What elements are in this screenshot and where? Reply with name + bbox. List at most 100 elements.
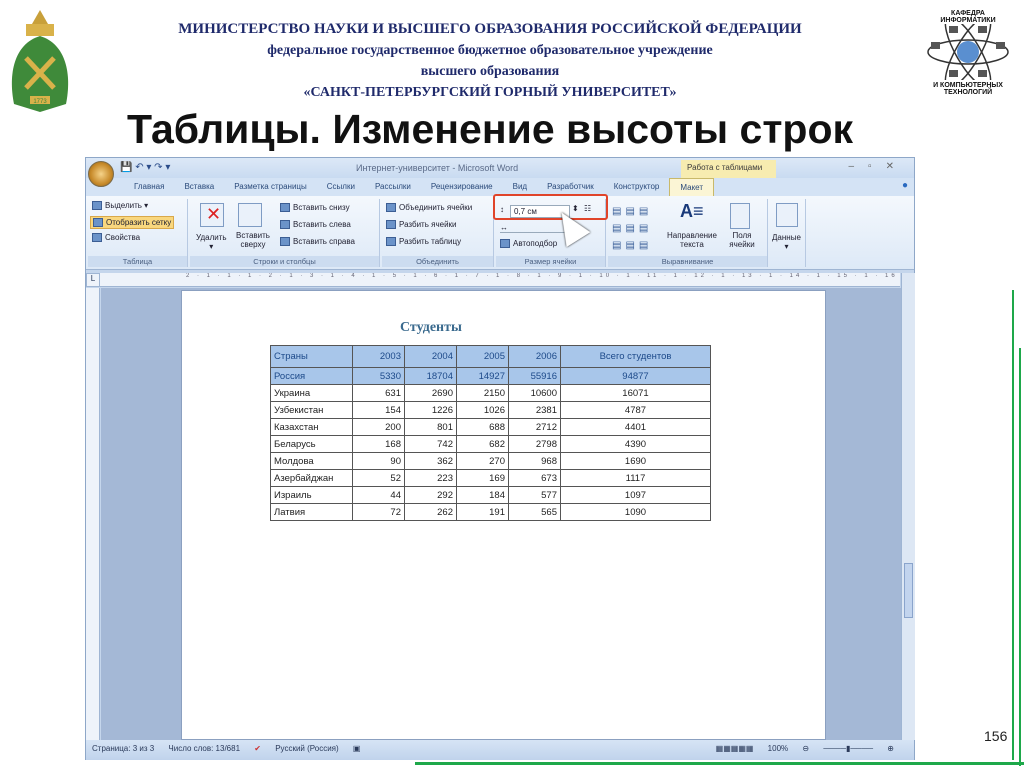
country-cell[interactable]: Израиль bbox=[270, 486, 353, 504]
table-row[interactable]: Россия 5330 18704 14927 55916 94877 bbox=[270, 367, 711, 385]
zoom-out-button[interactable]: ⊖ bbox=[802, 744, 809, 753]
select-button[interactable]: Выделить ▾ bbox=[92, 201, 148, 211]
view-buttons[interactable]: ▦▦▦▦▦ bbox=[716, 744, 754, 753]
value-cell[interactable]: 1090 bbox=[560, 503, 711, 521]
value-cell[interactable]: 223 bbox=[404, 469, 457, 487]
tab-design[interactable]: Конструктор bbox=[604, 178, 670, 196]
value-cell[interactable]: 688 bbox=[456, 418, 509, 436]
word-count[interactable]: Число слов: 13/681 bbox=[168, 744, 240, 753]
tab-layout[interactable]: Макет bbox=[669, 178, 715, 196]
tab-review[interactable]: Рецензирование bbox=[421, 178, 503, 196]
value-cell[interactable]: 1117 bbox=[560, 469, 711, 487]
value-cell[interactable]: 18704 bbox=[404, 367, 457, 385]
value-cell[interactable]: 262 bbox=[404, 503, 457, 521]
data-button[interactable]: Данные ▾ bbox=[772, 233, 801, 251]
value-cell[interactable]: 2712 bbox=[508, 418, 561, 436]
page-count[interactable]: Страница: 3 из 3 bbox=[92, 744, 154, 753]
value-cell[interactable]: 968 bbox=[508, 452, 561, 470]
insert-left-button[interactable]: Вставить слева bbox=[280, 220, 351, 230]
value-cell[interactable]: 4390 bbox=[560, 435, 711, 453]
value-cell[interactable]: 4787 bbox=[560, 401, 711, 419]
horizontal-ruler[interactable]: 2 · 1 · 1 · 1 · 2 · 1 · 3 · 1 · 4 · 1 · … bbox=[100, 273, 900, 287]
value-cell[interactable]: 673 bbox=[508, 469, 561, 487]
split-table-button[interactable]: Разбить таблицу bbox=[386, 237, 461, 247]
value-cell[interactable]: 577 bbox=[508, 486, 561, 504]
language[interactable]: Русский (Россия) bbox=[275, 744, 338, 753]
value-cell[interactable]: 10600 bbox=[508, 384, 561, 402]
value-cell[interactable]: 14927 bbox=[456, 367, 509, 385]
value-cell[interactable]: 801 bbox=[404, 418, 457, 436]
properties-button[interactable]: Свойства bbox=[92, 233, 140, 243]
vertical-scrollbar[interactable] bbox=[901, 273, 915, 740]
merge-cells-button[interactable]: Объединить ячейки bbox=[386, 203, 472, 213]
value-cell[interactable]: 631 bbox=[352, 384, 405, 402]
country-cell[interactable]: Узбекистан bbox=[270, 401, 353, 419]
value-cell[interactable]: 169 bbox=[456, 469, 509, 487]
value-cell[interactable]: 16071 bbox=[560, 384, 711, 402]
value-cell[interactable]: 168 bbox=[352, 435, 405, 453]
value-cell[interactable]: 1026 bbox=[456, 401, 509, 419]
value-cell[interactable]: 72 bbox=[352, 503, 405, 521]
scrollbar-thumb[interactable] bbox=[904, 563, 913, 618]
value-cell[interactable]: 5330 bbox=[352, 367, 405, 385]
country-cell[interactable]: Латвия bbox=[270, 503, 353, 521]
table-row[interactable]: Израиль 44 292 184 577 1097 bbox=[270, 486, 711, 504]
table-row[interactable]: Азербайджан 52 223 169 673 1117 bbox=[270, 469, 711, 487]
help-icon[interactable]: ● bbox=[902, 180, 908, 191]
value-cell[interactable]: 200 bbox=[352, 418, 405, 436]
insert-right-button[interactable]: Вставить справа bbox=[280, 237, 355, 247]
zoom-in-button[interactable]: ⊕ bbox=[887, 744, 894, 753]
table-row[interactable]: Беларусь 168 742 682 2798 4390 bbox=[270, 435, 711, 453]
window-controls[interactable]: –▫✕ bbox=[849, 161, 909, 172]
value-cell[interactable]: 184 bbox=[456, 486, 509, 504]
value-cell[interactable]: 191 bbox=[456, 503, 509, 521]
insert-below-button[interactable]: Вставить снизу bbox=[280, 203, 350, 213]
country-cell[interactable]: Казахстан bbox=[270, 418, 353, 436]
value-cell[interactable]: 55916 bbox=[508, 367, 561, 385]
table-row[interactable]: Узбекистан 154 1226 1026 2381 4787 bbox=[270, 401, 711, 419]
value-cell[interactable]: 52 bbox=[352, 469, 405, 487]
split-cells-button[interactable]: Разбить ячейки bbox=[386, 220, 457, 230]
table-row[interactable]: Латвия 72 262 191 565 1090 bbox=[270, 503, 711, 521]
country-cell[interactable]: Азербайджан bbox=[270, 469, 353, 487]
spelling-icon[interactable]: ✔ bbox=[254, 744, 261, 753]
value-cell[interactable]: 1226 bbox=[404, 401, 457, 419]
tab-insert[interactable]: Вставка bbox=[174, 178, 224, 196]
table-row[interactable]: Украина 631 2690 2150 10600 16071 bbox=[270, 384, 711, 402]
text-direction-button[interactable]: Направление текста bbox=[662, 231, 722, 249]
autofit-button[interactable]: Автоподбор bbox=[500, 239, 557, 249]
value-cell[interactable]: 2798 bbox=[508, 435, 561, 453]
value-cell[interactable]: 94877 bbox=[560, 367, 711, 385]
tab-home[interactable]: Главная bbox=[124, 178, 174, 196]
value-cell[interactable]: 292 bbox=[404, 486, 457, 504]
value-cell[interactable]: 4401 bbox=[560, 418, 711, 436]
value-cell[interactable]: 2381 bbox=[508, 401, 561, 419]
tab-references[interactable]: Ссылки bbox=[317, 178, 365, 196]
value-cell[interactable]: 270 bbox=[456, 452, 509, 470]
show-grid-button[interactable]: Отобразить сетку bbox=[90, 216, 175, 230]
students-table[interactable]: Страны 2003 2004 2005 2006 Всего студентов Ро… bbox=[270, 345, 711, 521]
value-cell[interactable]: 154 bbox=[352, 401, 405, 419]
tab-page-layout[interactable]: Разметка страницы bbox=[224, 178, 317, 196]
value-cell[interactable]: 2150 bbox=[456, 384, 509, 402]
tab-selector[interactable]: L bbox=[86, 273, 100, 287]
value-cell[interactable]: 2690 bbox=[404, 384, 457, 402]
quick-access-toolbar[interactable]: 💾 ↶ ▾ ↷ ▾ bbox=[120, 162, 170, 173]
table-header-row[interactable]: Страны 2003 2004 2005 2006 Всего студентов bbox=[270, 345, 711, 368]
value-cell[interactable]: 1097 bbox=[560, 486, 711, 504]
value-cell[interactable]: 682 bbox=[456, 435, 509, 453]
value-cell[interactable]: 44 bbox=[352, 486, 405, 504]
value-cell[interactable]: 362 bbox=[404, 452, 457, 470]
country-cell[interactable]: Беларусь bbox=[270, 435, 353, 453]
office-button[interactable] bbox=[88, 161, 114, 187]
country-cell[interactable]: Молдова bbox=[270, 452, 353, 470]
table-row[interactable]: Казахстан 200 801 688 2712 4401 bbox=[270, 418, 711, 436]
value-cell[interactable]: 90 bbox=[352, 452, 405, 470]
value-cell[interactable]: 565 bbox=[508, 503, 561, 521]
delete-button[interactable]: Удалить ▾ bbox=[196, 233, 227, 251]
zoom-level[interactable]: 100% bbox=[768, 744, 788, 753]
value-cell[interactable]: 742 bbox=[404, 435, 457, 453]
macro-icon[interactable]: ▣ bbox=[353, 744, 361, 753]
value-cell[interactable]: 1690 bbox=[560, 452, 711, 470]
country-cell[interactable]: Украина bbox=[270, 384, 353, 402]
